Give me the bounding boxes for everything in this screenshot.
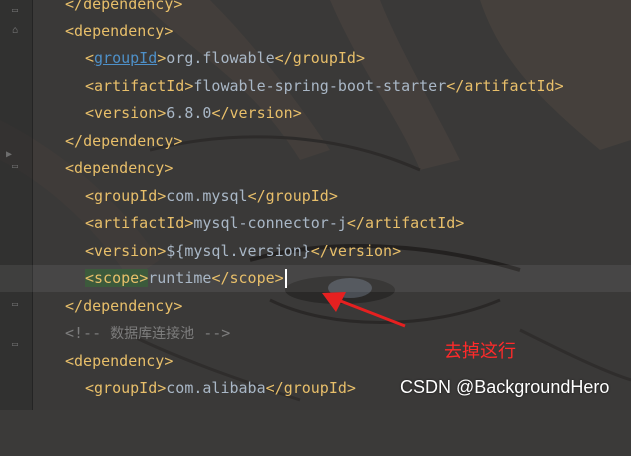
- code-editor[interactable]: </dependency> <dependency> <groupId>org.…: [0, 0, 631, 410]
- xml-element-scope[interactable]: <scope>runtime</scope>: [85, 265, 287, 292]
- code-line: </dependency>: [0, 128, 631, 155]
- xml-element: <version>${mysql.version}</version>: [85, 242, 402, 260]
- code-line: <version>${mysql.version}</version>: [0, 238, 631, 265]
- xml-comment: <!-- 数据库连接池 -->: [65, 324, 231, 342]
- xml-element: <artifactId>mysql-connector-j</artifactI…: [85, 214, 465, 232]
- code-line: </dependency>: [0, 0, 631, 18]
- code-line: </dependency>: [0, 293, 631, 320]
- code-line: <groupId>org.flowable</groupId>: [0, 45, 631, 72]
- watermark: CSDN @BackgroundHero: [400, 377, 610, 397]
- code-line: <artifactId>flowable-spring-boot-starter…: [0, 73, 631, 100]
- code-line: <artifactId>mysql-connector-j</artifactI…: [0, 210, 631, 237]
- xml-element: <groupId>org.flowable</groupId>: [85, 49, 365, 67]
- xml-element: <groupId>com.mysql</groupId>: [85, 187, 338, 205]
- xml-element: <artifactId>flowable-spring-boot-starter…: [85, 77, 564, 95]
- closing-tag: </dependency>: [65, 0, 183, 13]
- text-caret: [284, 269, 287, 288]
- opening-tag: <dependency>: [65, 352, 174, 370]
- code-line: <!-- 数据库连接池 -->: [0, 320, 631, 347]
- code-line: <groupId>com.mysql</groupId>: [0, 183, 631, 210]
- code-line: <dependency>: [0, 155, 631, 182]
- closing-tag: </dependency>: [65, 297, 183, 315]
- code-line: <dependency>: [0, 348, 631, 375]
- xml-element: <version>6.8.0</version>: [85, 104, 302, 122]
- current-code-line[interactable]: <scope>runtime</scope>: [0, 265, 631, 292]
- closing-tag: </dependency>: [65, 132, 183, 150]
- xml-element: <groupId>com.alibaba</groupId>: [85, 379, 356, 397]
- opening-tag: <dependency>: [65, 159, 174, 177]
- code-line: <dependency>: [0, 18, 631, 45]
- code-line: <version>6.8.0</version>: [0, 100, 631, 127]
- opening-tag: <dependency>: [65, 22, 174, 40]
